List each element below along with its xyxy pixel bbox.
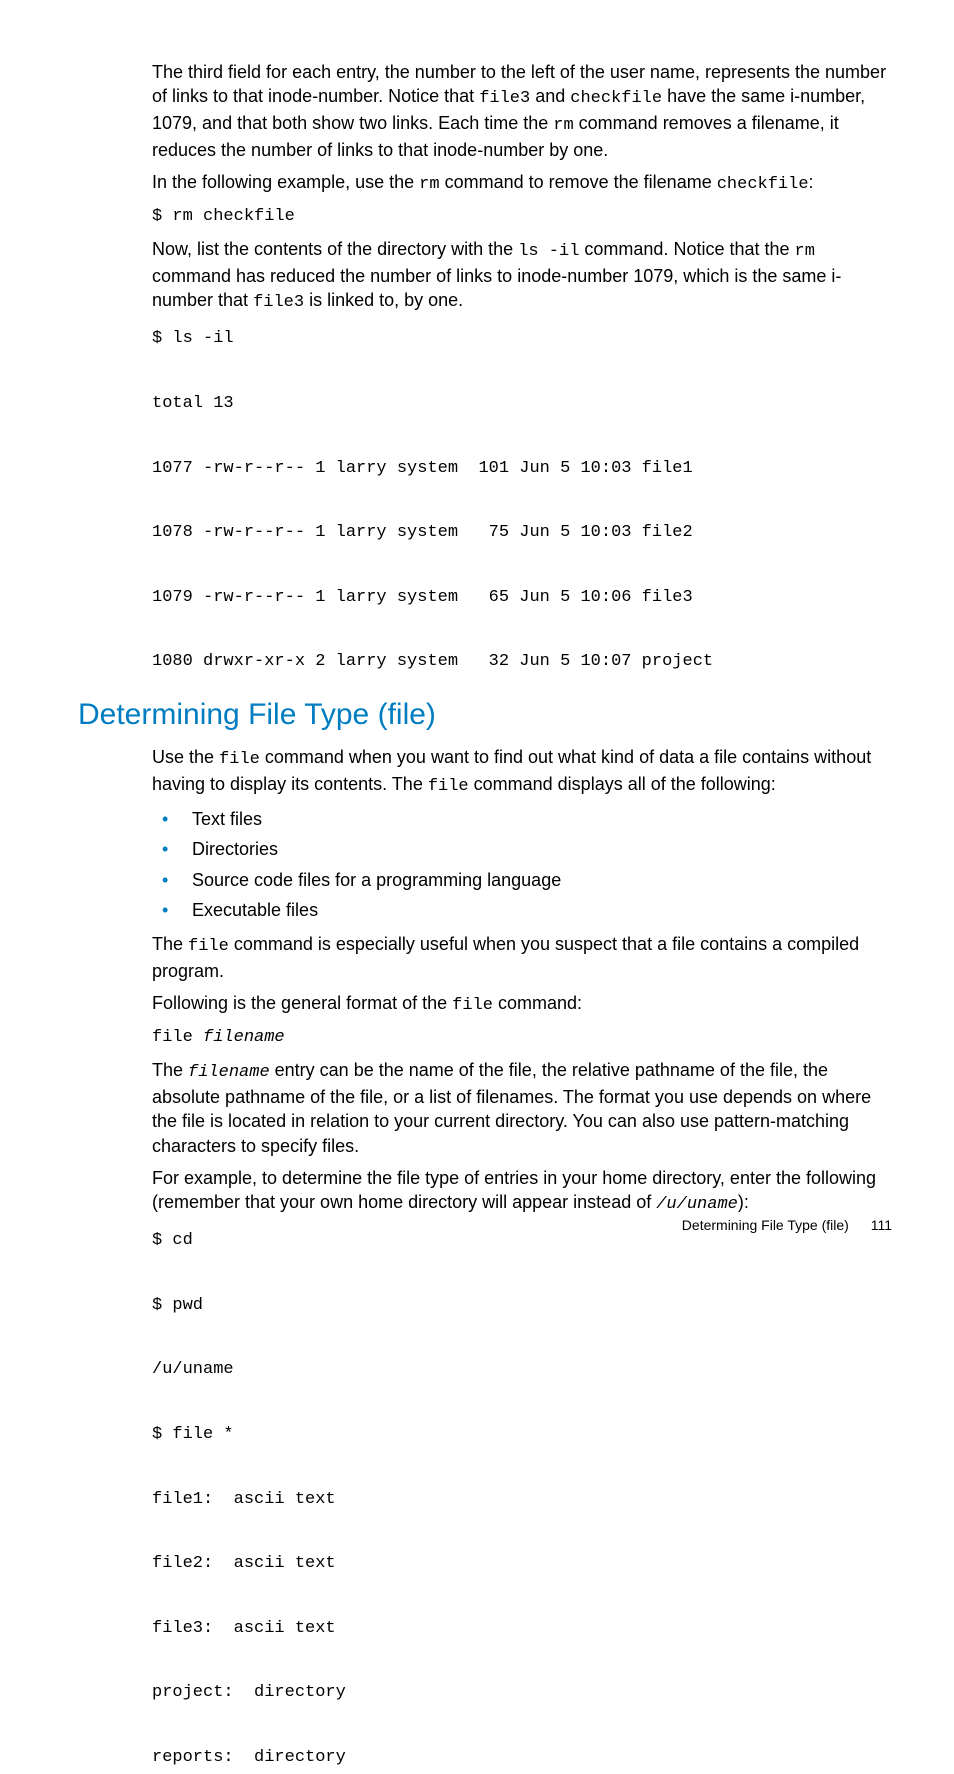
list-item: Text files [152,807,892,831]
code-inline: file3 [479,89,530,108]
text: command displays all of the following: [469,774,776,794]
footer-page-number: 111 [871,1217,892,1233]
text: is linked to, by one. [304,290,463,310]
text: In the following example, use the [152,172,419,192]
text: and [530,86,570,106]
text: command is especially useful when you su… [152,934,859,981]
code-inline: file3 [253,293,304,312]
code-block-file-example: $ cd $ pwd /u/uname $ file * file1: asci… [152,1225,892,1774]
code-inline: rm [795,242,815,261]
text: The [152,1060,188,1080]
text: : [809,172,814,192]
list-item: Executable files [152,898,892,922]
section-heading: Determining File Type (file) [78,695,892,736]
code-block-ls: $ ls -il total 13 1077 -rw-r--r-- 1 larr… [152,323,892,678]
text: ): [738,1192,749,1212]
page-footer: Determining File Type (file) 111 [682,1216,892,1235]
code-italic: filename [203,1028,285,1047]
paragraph: For example, to determine the file type … [152,1166,892,1217]
paragraph: Following is the general format of the f… [152,991,892,1018]
code-inline: file [219,750,260,769]
paragraph: The file command is especially useful wh… [152,932,892,983]
code-inline-italic: filename [188,1063,270,1082]
text: command. Notice that the [579,239,794,259]
paragraph: In the following example, use the rm com… [152,170,892,197]
code-inline: ls -il [518,242,579,261]
code-block-file-syntax: file filename [152,1026,892,1050]
code-inline-italic: /u/uname [656,1195,738,1214]
code-inline: checkfile [570,89,662,108]
code-block-rm: $ rm checkfile [152,205,892,229]
code-inline: rm [419,175,439,194]
paragraph: Now, list the contents of the directory … [152,237,892,315]
footer-title: Determining File Type (file) [682,1217,849,1233]
paragraph: The third field for each entry, the numb… [152,60,892,162]
list-item: Directories [152,837,892,861]
bullet-list: Text files Directories Source code files… [152,807,892,922]
text: Use the [152,747,219,767]
code-inline: checkfile [717,175,809,194]
code-inline: file [428,777,469,796]
code-inline: file [188,937,229,956]
text: For example, to determine the file type … [152,1168,876,1212]
list-item: Source code files for a programming lang… [152,868,892,892]
text: command: [493,993,582,1013]
code-inline: rm [553,116,573,135]
text: command to remove the filename [440,172,717,192]
text: Following is the general format of the [152,993,452,1013]
code-inline: file [452,996,493,1015]
paragraph: The filename entry can be the name of th… [152,1058,892,1158]
paragraph: Use the file command when you want to fi… [152,745,892,799]
text: The [152,934,188,954]
code-text: file [152,1028,203,1047]
text: Now, list the contents of the directory … [152,239,518,259]
